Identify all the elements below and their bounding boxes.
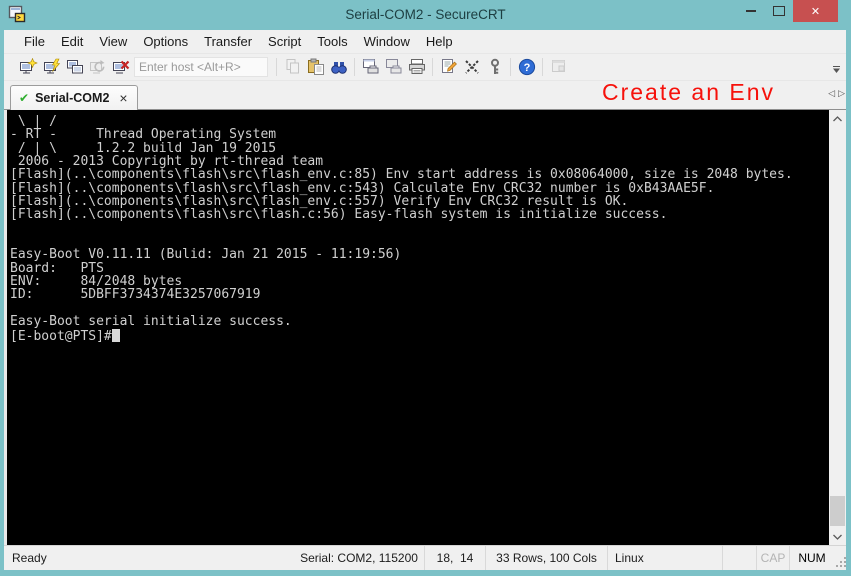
- copy-icon[interactable]: [281, 56, 304, 78]
- tab-bar: ✔ Serial-COM2 × Create an Env ◁ ▷: [4, 81, 846, 109]
- reconnect-icon[interactable]: [86, 56, 109, 78]
- terminal-output[interactable]: \ | / - RT - Thread Operating System / |…: [7, 110, 829, 545]
- status-grid-size: 33 Rows, 100 Cols: [485, 546, 607, 570]
- key-icon[interactable]: [483, 56, 506, 78]
- toolbar-separator: [432, 58, 433, 76]
- resize-grip[interactable]: [834, 546, 846, 570]
- toolbar-overflow-icon[interactable]: [830, 62, 843, 76]
- status-serial: Serial: COM2, 115200: [294, 546, 424, 570]
- menu-view[interactable]: View: [91, 32, 135, 51]
- status-ready: Ready: [4, 546, 294, 570]
- printer-icon[interactable]: [405, 56, 428, 78]
- toolbar-separator: [542, 58, 543, 76]
- menu-edit[interactable]: Edit: [53, 32, 91, 51]
- print-screen-icon[interactable]: [359, 56, 382, 78]
- title-bar: Serial-COM2 - SecureCRT ✕: [0, 0, 851, 30]
- host-input[interactable]: [134, 57, 268, 77]
- tab-label: Serial-COM2: [35, 91, 109, 105]
- terminal-prompt: [E-boot@PTS]#: [10, 329, 112, 344]
- toolbar-separator: [354, 58, 355, 76]
- menu-script[interactable]: Script: [260, 32, 309, 51]
- find-icon[interactable]: [327, 56, 350, 78]
- print-selection-icon[interactable]: [382, 56, 405, 78]
- maximize-button[interactable]: [765, 0, 793, 22]
- minimize-icon: [746, 10, 756, 12]
- quick-connect-icon[interactable]: [17, 56, 40, 78]
- status-blank-pane: [722, 546, 756, 570]
- menu-bar: File Edit View Options Transfer Script T…: [4, 30, 846, 53]
- status-num-lock: NUM: [789, 546, 834, 570]
- status-bar: Ready Serial: COM2, 115200 18, 14 33 Row…: [4, 545, 846, 570]
- menu-options[interactable]: Options: [135, 32, 196, 51]
- menu-window[interactable]: Window: [356, 32, 418, 51]
- help-icon[interactable]: ?: [515, 56, 538, 78]
- disconnect-icon[interactable]: [109, 56, 132, 78]
- tab-serial-com2[interactable]: ✔ Serial-COM2 ×: [10, 85, 138, 110]
- status-cursor-position: 18, 14: [424, 546, 485, 570]
- toolbar-separator: [510, 58, 511, 76]
- paste-icon[interactable]: [304, 56, 327, 78]
- status-emulation: Linux: [607, 546, 722, 570]
- scroll-up-icon[interactable]: [829, 110, 846, 127]
- keygen-wizard-icon[interactable]: [460, 56, 483, 78]
- annotation-create-an-env: Create an Env: [602, 79, 775, 106]
- window-title: Serial-COM2 - SecureCRT: [0, 7, 851, 22]
- vertical-scrollbar[interactable]: [829, 110, 846, 545]
- toolbar: ?: [4, 53, 846, 81]
- connected-check-icon: ✔: [19, 91, 29, 105]
- menu-file[interactable]: File: [16, 32, 53, 51]
- terminal-area: \ | / - RT - Thread Operating System / |…: [4, 109, 846, 545]
- tab-scroll-right-icon[interactable]: ▷: [838, 89, 845, 99]
- session-manager-icon[interactable]: [547, 56, 570, 78]
- tab-scroll-controls: ◁ ▷: [828, 89, 845, 99]
- minimize-button[interactable]: [737, 0, 765, 22]
- window-controls: ✕: [737, 0, 838, 22]
- tab-scroll-left-icon[interactable]: ◁: [828, 89, 835, 99]
- terminal-lines: \ | / - RT - Thread Operating System / |…: [10, 114, 793, 329]
- scrollbar-thumb[interactable]: [830, 496, 845, 526]
- connect-icon[interactable]: [40, 56, 63, 78]
- menu-tools[interactable]: Tools: [309, 32, 355, 51]
- terminal-cursor: [112, 329, 120, 342]
- session-options-icon[interactable]: [437, 56, 460, 78]
- clone-session-icon[interactable]: [63, 56, 86, 78]
- tab-close-icon[interactable]: ×: [119, 93, 127, 103]
- status-caps-lock: CAP: [756, 546, 789, 570]
- securecrt-window: Serial-COM2 - SecureCRT ✕ File Edit View…: [0, 0, 851, 576]
- svg-text:?: ?: [523, 62, 530, 74]
- client-area: File Edit View Options Transfer Script T…: [4, 30, 846, 570]
- close-button[interactable]: ✕: [793, 0, 838, 22]
- toolbar-separator: [276, 58, 277, 76]
- maximize-icon: [773, 6, 785, 16]
- menu-help[interactable]: Help: [418, 32, 461, 51]
- scroll-down-icon[interactable]: [829, 528, 846, 545]
- menu-transfer[interactable]: Transfer: [196, 32, 260, 51]
